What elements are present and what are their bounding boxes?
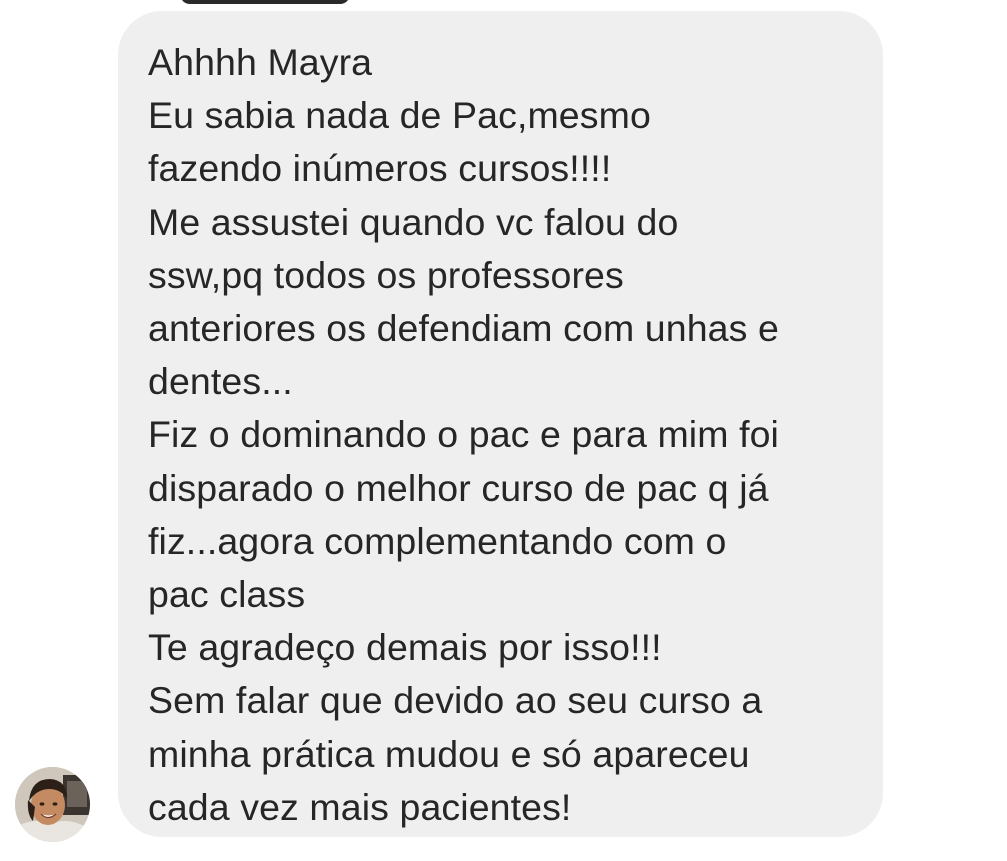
- user-avatar-photo-icon: [15, 767, 90, 842]
- message-line: cada vez mais pacientes!: [148, 785, 572, 828]
- message-line: fiz...agora complementando com o: [148, 519, 727, 562]
- message-line: Eu sabia nada de Pac,mesmo: [148, 94, 651, 137]
- message-line: Me assustei quando vc falou do: [148, 200, 679, 243]
- message-line: pac class: [148, 573, 306, 616]
- message-line: disparado o melhor curso de pac q já: [148, 466, 769, 509]
- message-line: Ahhhh Mayra: [148, 41, 373, 83]
- message-line: Fiz o dominando o pac e para mim foi: [148, 413, 779, 456]
- previous-message-edge: [180, 0, 350, 4]
- message-line: ssw,pq todos os professores: [148, 253, 624, 296]
- message-text: Ahhhh Mayra Eu sabia nada de Pac,mesmo f…: [148, 36, 868, 834]
- message-line: anteriores os defendiam com unhas e: [148, 307, 779, 350]
- message-line: dentes...: [148, 360, 293, 403]
- message-line: Sem falar que devido ao seu curso a: [148, 679, 763, 722]
- message-line: Te agradeço demais por isso!!!: [148, 626, 662, 669]
- sender-avatar[interactable]: [15, 767, 90, 842]
- message-line: minha prática mudou e só apareceu: [148, 732, 750, 775]
- message-line: fazendo inúmeros cursos!!!!: [148, 147, 612, 190]
